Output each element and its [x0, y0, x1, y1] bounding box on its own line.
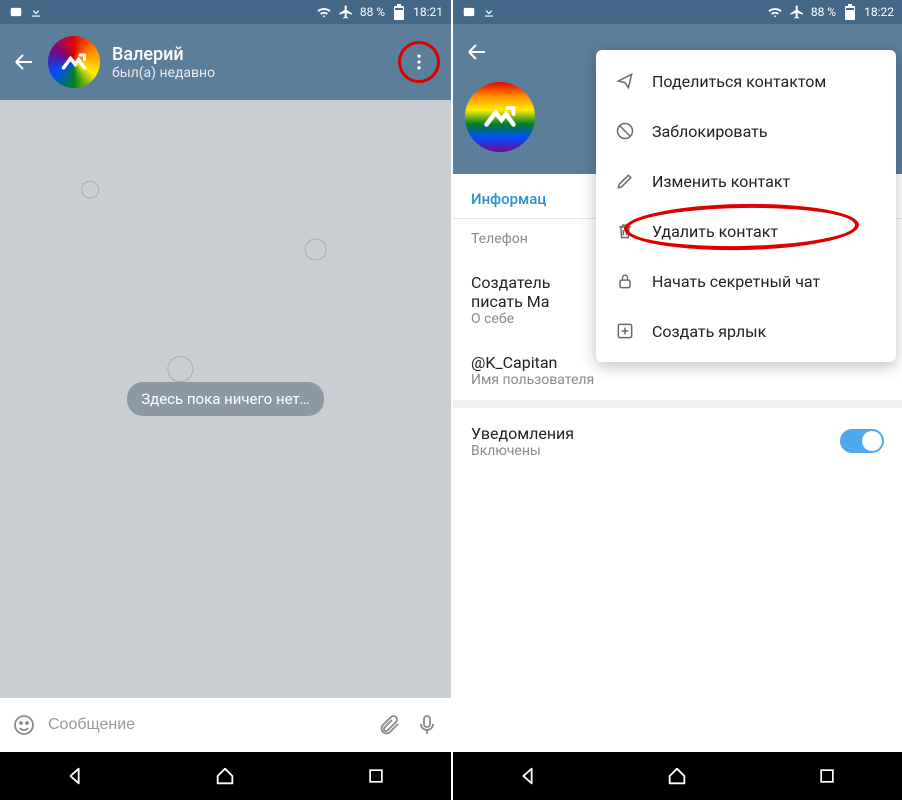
clock-right: 18:22 [864, 5, 894, 19]
menu-label: Поделиться контактом [652, 72, 826, 91]
emoji-button[interactable] [10, 711, 38, 739]
android-nav-bar [453, 752, 902, 800]
trash-icon [614, 220, 636, 242]
nav-home[interactable] [205, 756, 245, 796]
nav-back[interactable] [55, 756, 95, 796]
battery-icon [391, 4, 407, 20]
menu-label: Начать секретный чат [652, 272, 820, 291]
attach-button[interactable] [375, 711, 403, 739]
menu-secret-chat[interactable]: Начать секретный чат [596, 256, 896, 306]
nav-recent[interactable] [807, 756, 847, 796]
menu-delete-contact[interactable]: Удалить контакт [596, 206, 896, 256]
more-options-button[interactable] [399, 42, 439, 82]
notifications-row[interactable]: Уведомления Включены [453, 408, 902, 473]
share-icon [614, 70, 636, 92]
app-icon [8, 4, 24, 20]
wifi-icon [316, 4, 332, 20]
divider [453, 400, 902, 408]
voice-button[interactable] [413, 711, 441, 739]
nav-recent[interactable] [356, 756, 396, 796]
contact-avatar[interactable] [48, 36, 100, 88]
clock-left: 18:21 [413, 5, 443, 19]
options-menu: Поделиться контактом Заблокировать Измен… [596, 50, 896, 362]
back-button[interactable] [465, 40, 489, 64]
nav-home[interactable] [657, 756, 697, 796]
battery-percent: 88 % [360, 5, 385, 19]
edit-icon [614, 170, 636, 192]
left-phone: 88 % 18:21 Валерий был(а) недавно Здесь … [0, 0, 451, 800]
download-icon [481, 4, 497, 20]
profile-body: Информац Телефон Создатель писать Ма О с… [453, 24, 902, 752]
nav-back[interactable] [508, 756, 548, 796]
header-text[interactable]: Валерий был(а) недавно [112, 44, 387, 81]
last-seen: был(а) недавно [112, 65, 387, 81]
download-icon [28, 4, 44, 20]
message-input[interactable] [48, 716, 365, 734]
profile-avatar[interactable] [465, 82, 535, 152]
menu-label: Изменить контакт [652, 172, 790, 191]
empty-chat-message: Здесь пока ничего нет… [127, 382, 323, 416]
battery-percent: 88 % [811, 5, 836, 19]
shortcut-icon [614, 320, 636, 342]
airplane-icon [789, 4, 805, 20]
right-phone: 88 % 18:22 Информац Телефон Создатель пи… [451, 0, 902, 800]
menu-share-contact[interactable]: Поделиться контактом [596, 56, 896, 106]
chat-header: Валерий был(а) недавно [0, 24, 451, 100]
status-bar-right: 88 % 18:22 [453, 0, 902, 24]
app-icon [461, 4, 477, 20]
battery-icon [842, 4, 858, 20]
menu-label: Удалить контакт [652, 222, 778, 241]
menu-edit-contact[interactable]: Изменить контакт [596, 156, 896, 206]
block-icon [614, 120, 636, 142]
status-bar-left: 88 % 18:21 [0, 0, 451, 24]
username-label: Имя пользователя [471, 372, 884, 388]
back-button[interactable] [12, 50, 36, 74]
menu-label: Заблокировать [652, 122, 768, 141]
notif-title: Уведомления [471, 424, 574, 443]
message-input-bar [0, 698, 451, 752]
wifi-icon [767, 4, 783, 20]
contact-name: Валерий [112, 44, 387, 65]
lock-icon [614, 270, 636, 292]
menu-create-shortcut[interactable]: Создать ярлык [596, 306, 896, 356]
menu-block[interactable]: Заблокировать [596, 106, 896, 156]
android-nav-bar [0, 752, 451, 800]
notif-status: Включены [471, 443, 574, 459]
menu-label: Создать ярлык [652, 322, 766, 341]
airplane-icon [338, 4, 354, 20]
chat-background: Здесь пока ничего нет… [0, 100, 451, 698]
notifications-toggle[interactable] [840, 429, 884, 453]
